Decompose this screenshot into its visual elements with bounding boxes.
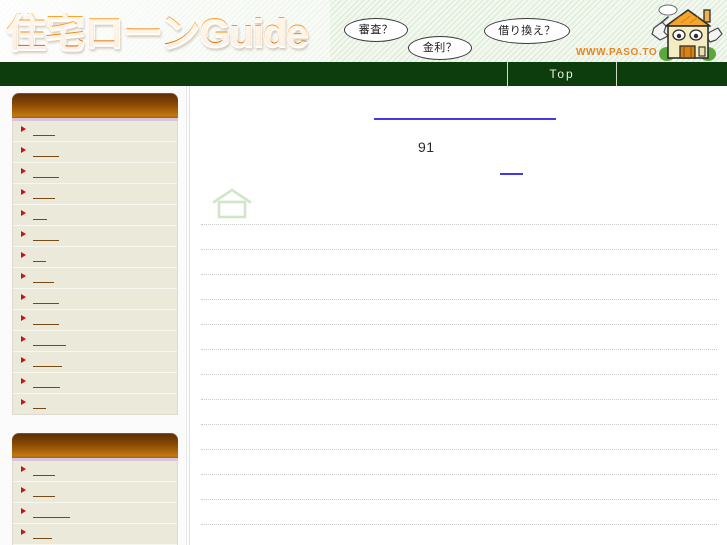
menu-box-secondary (12, 433, 178, 545)
sidebar-menu-item[interactable] (13, 163, 177, 184)
sidebar-menu-item-label (33, 135, 55, 136)
triangle-bullet-icon (21, 315, 26, 321)
speech-bubble-karikae: 借り換え？ (484, 18, 570, 44)
house-mascot-icon (651, 4, 723, 61)
triangle-bullet-icon (21, 378, 26, 384)
sidebar-menu-item-label (33, 538, 52, 539)
sidebar-menu-item-label (33, 303, 59, 304)
triangle-bullet-icon (21, 147, 26, 153)
content-separator (201, 399, 717, 424)
sidebar-menu-item-label (33, 282, 54, 283)
site-logo[interactable]: 住宅ローンGuide (6, 13, 308, 53)
main-navigation: Top (0, 62, 727, 86)
sidebar-menu-item[interactable] (13, 524, 177, 545)
speech-bubble-shinsa: 審査？ (344, 18, 408, 42)
sidebar-menu-item-label (33, 198, 55, 199)
sidebar-menu-item[interactable] (13, 352, 177, 373)
sidebar-menu-item-label (33, 387, 60, 388)
sidebar-menu-item[interactable] (13, 503, 177, 524)
menu-box-secondary-list (12, 461, 178, 545)
sidebar-menu-item[interactable] (13, 268, 177, 289)
sidebar-menu-item[interactable] (13, 184, 177, 205)
sidebar (0, 86, 190, 545)
inline-link[interactable] (500, 173, 523, 175)
triangle-bullet-icon (21, 357, 26, 363)
sidebar-menu-item-label (33, 261, 46, 262)
sidebar-menu-item[interactable] (13, 310, 177, 331)
sidebar-menu-item[interactable] (13, 373, 177, 394)
menu-box-primary-list (12, 121, 178, 415)
triangle-bullet-icon (21, 336, 26, 342)
content-separator (201, 274, 717, 299)
triangle-bullet-icon (21, 487, 26, 493)
sidebar-menu-item[interactable] (13, 205, 177, 226)
content-separator (201, 249, 717, 274)
triangle-bullet-icon (21, 210, 26, 216)
main-content: 91 (191, 86, 727, 545)
triangle-bullet-icon (21, 126, 26, 132)
sidebar-menu-item-label (33, 324, 59, 325)
sidebar-menu-item[interactable] (13, 394, 177, 415)
page-root: 住宅ローンGuide 審査？ 金利？ 借り換え？ WWW.PASO.TO Top… (0, 0, 727, 545)
sidebar-menu-item[interactable] (13, 247, 177, 268)
sidebar-menu-item-label (33, 219, 47, 220)
sidebar-menu-item-label (33, 156, 59, 157)
sidebar-menu-item[interactable] (13, 482, 177, 503)
content-separator (201, 324, 717, 349)
sidebar-menu-item[interactable] (13, 289, 177, 310)
nav-spacer-right (617, 62, 727, 86)
house-outline-icon (212, 188, 252, 219)
sidebar-menu-item-label (33, 240, 59, 241)
content-separator (201, 524, 717, 545)
triangle-bullet-icon (21, 399, 26, 405)
triangle-bullet-icon (21, 168, 26, 174)
triangle-bullet-icon (21, 529, 26, 535)
sidebar-menu-item-label (33, 475, 55, 476)
menu-box-secondary-header (12, 433, 178, 461)
content-separator (201, 374, 717, 399)
content-separator (201, 224, 717, 249)
content-separator (201, 299, 717, 324)
sidebar-menu-item[interactable] (13, 226, 177, 247)
triangle-bullet-icon (21, 273, 26, 279)
nav-item-top[interactable]: Top (507, 62, 617, 86)
sidebar-menu-item-label (33, 496, 55, 497)
page-title-link[interactable] (374, 118, 556, 120)
triangle-bullet-icon (21, 508, 26, 514)
content-separator (201, 474, 717, 499)
triangle-bullet-icon (21, 231, 26, 237)
sidebar-menu-item[interactable] (13, 121, 177, 142)
site-watermark: WWW.PASO.TO (576, 47, 658, 58)
speech-bubble-kinri: 金利？ (408, 36, 472, 60)
sidebar-divider (186, 86, 187, 545)
content-separator (201, 349, 717, 374)
content-separator (201, 499, 717, 524)
sidebar-menu-item-label (33, 366, 62, 367)
sidebar-menu-item-label (33, 408, 46, 409)
sidebar-menu-item-label (33, 345, 66, 346)
content-separator-stack (201, 224, 717, 545)
triangle-bullet-icon (21, 189, 26, 195)
nav-spacer-left (0, 62, 507, 86)
menu-box-primary-header (12, 93, 178, 121)
triangle-bullet-icon (21, 466, 26, 472)
menu-box-primary (12, 93, 178, 415)
content-separator (201, 424, 717, 449)
sidebar-menu-item-label (33, 177, 59, 178)
content-separator (201, 449, 717, 474)
triangle-bullet-icon (21, 294, 26, 300)
sidebar-menu-item-label (33, 517, 70, 518)
sidebar-menu-item[interactable] (13, 142, 177, 163)
result-count: 91 (418, 139, 435, 155)
sidebar-menu-item[interactable] (13, 461, 177, 482)
triangle-bullet-icon (21, 252, 26, 258)
site-banner: 住宅ローンGuide 審査？ 金利？ 借り換え？ WWW.PASO.TO (0, 0, 727, 62)
body-region: 91 (0, 86, 727, 545)
sidebar-menu-item[interactable] (13, 331, 177, 352)
